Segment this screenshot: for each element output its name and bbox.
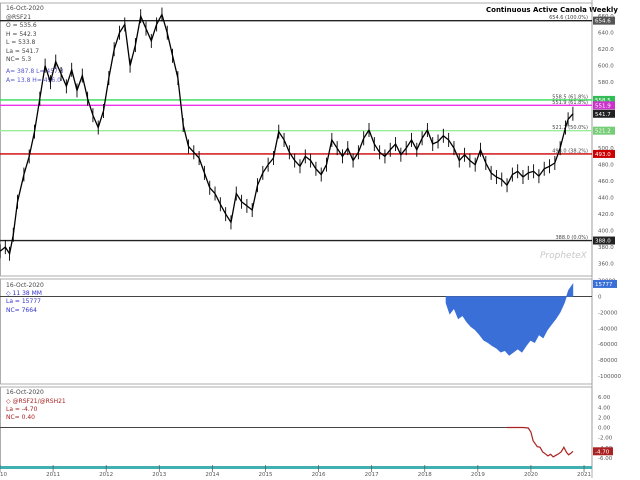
year-label: 2016 bbox=[312, 472, 326, 478]
year-label: 2017 bbox=[365, 472, 379, 478]
year-label: 2021 bbox=[577, 472, 591, 478]
bot-readout-symbol: ◇ @RSF21/@RSH21 bbox=[6, 398, 66, 405]
price-tick-label: 440.0 bbox=[598, 196, 614, 202]
year-label: 2018 bbox=[418, 472, 432, 478]
price-tick-label: 580.0 bbox=[598, 80, 614, 86]
year-label: 2010 bbox=[0, 472, 7, 478]
year-label: 2019 bbox=[471, 472, 485, 478]
top-symbol: @RSF21 bbox=[6, 14, 31, 21]
level-label-521-2: 521.2 (50.0%) bbox=[552, 125, 588, 131]
price-tag-493-0: 493.0 bbox=[595, 152, 611, 158]
year-label: 2015 bbox=[258, 472, 272, 478]
price-tag-654-6: 654.6 bbox=[595, 19, 611, 25]
spread-tick-label: -2.00 bbox=[598, 436, 613, 442]
price-tag-541-7: 541.7 bbox=[595, 112, 611, 118]
top-readout-open: O = 535.6 bbox=[6, 22, 37, 29]
price-tick-label: 360.0 bbox=[598, 262, 614, 268]
net-tick-label: 0 bbox=[598, 295, 602, 301]
bot-readout-netchange: NC= 0.40 bbox=[6, 414, 35, 421]
top-readout-netchange: NC= 5.3 bbox=[6, 56, 31, 63]
level-label-551-9: 551.9 (61.8%) bbox=[552, 100, 588, 106]
net-position-area bbox=[445, 283, 574, 356]
price-series-line bbox=[0, 12, 574, 256]
price-tick-label: 380.0 bbox=[598, 245, 614, 251]
spread-latest-tag: -4.70 bbox=[595, 449, 610, 455]
bot-readout-last: La = -4.70 bbox=[6, 406, 38, 413]
price-tick-label: 400.0 bbox=[598, 229, 614, 235]
mid-readout-last: La = 15777 bbox=[6, 298, 41, 305]
bot-date: 16-Oct-2020 bbox=[6, 389, 44, 396]
price-tick-label: 620.0 bbox=[598, 47, 614, 53]
net-tick-label: -20000 bbox=[598, 310, 618, 316]
price-tick-label: 640.0 bbox=[598, 31, 614, 37]
year-label: 2020 bbox=[524, 472, 538, 478]
chart-marks: 360.0380.0400.0420.0440.0460.0480.0500.0… bbox=[0, 0, 621, 478]
price-tick-label: 420.0 bbox=[598, 212, 614, 218]
top-readout-low: L = 533.8 bbox=[6, 39, 36, 46]
spread-series-line bbox=[507, 426, 574, 458]
price-tick-label: 600.0 bbox=[598, 64, 614, 70]
chart-svg: 16-Oct-2020 @RSF21 O = 535.6 H = 542.3 L… bbox=[0, 0, 621, 478]
spread-tick-label: 4.00 bbox=[598, 405, 611, 411]
year-label: 2012 bbox=[99, 472, 113, 478]
price-tag-388-0: 388.0 bbox=[595, 239, 611, 245]
top-readout-last: La = 541.7 bbox=[6, 48, 39, 55]
spread-tick-label: -6.00 bbox=[598, 456, 613, 462]
time-axis-strip bbox=[0, 466, 592, 469]
panel-frame-top bbox=[0, 2, 593, 277]
year-label: 2013 bbox=[152, 472, 166, 478]
top-fib-note-2: A= 13.8 H= 496.0 bbox=[6, 77, 61, 84]
net-tick-label: -100000 bbox=[598, 374, 621, 380]
net-tick-label: -60000 bbox=[598, 342, 618, 348]
top-fib-note-1: A= 387.8 L= 457.3 bbox=[6, 68, 64, 75]
top-readout-high: H = 542.3 bbox=[6, 31, 37, 38]
year-label: 2014 bbox=[205, 472, 219, 478]
spread-tick-label: 2.00 bbox=[598, 415, 611, 421]
price-tick-label: 480.0 bbox=[598, 163, 614, 169]
year-label: 2011 bbox=[46, 472, 60, 478]
watermark: PropheteX bbox=[540, 251, 588, 261]
top-date: 16-Oct-2020 bbox=[6, 5, 44, 12]
price-tag-551-9: 551.9 bbox=[595, 103, 611, 109]
mid-readout-netchange: NC= 7664 bbox=[6, 307, 37, 314]
level-label-388-0: 388.0 (0.0%) bbox=[555, 235, 588, 241]
price-tick-label: 460.0 bbox=[598, 179, 614, 185]
net-latest-tag: 15777 bbox=[595, 282, 613, 288]
mid-readout-label: ◇ 11 38 MM bbox=[6, 290, 42, 297]
spread-tick-label: 0.00 bbox=[598, 426, 611, 432]
net-tick-label: -40000 bbox=[598, 326, 618, 332]
spread-tick-label: 6.00 bbox=[598, 395, 611, 401]
price-tag-521-2: 521.2 bbox=[595, 129, 611, 135]
level-label-654-6: 654.6 (100.0%) bbox=[549, 15, 588, 21]
net-tick-label: -80000 bbox=[598, 358, 618, 364]
chart-window: 16-Oct-2020 @RSF21 O = 535.6 H = 542.3 L… bbox=[0, 0, 640, 480]
mid-date: 16-Oct-2020 bbox=[6, 282, 44, 289]
chart-title: Continuous Active Canola Weekly bbox=[486, 6, 618, 14]
